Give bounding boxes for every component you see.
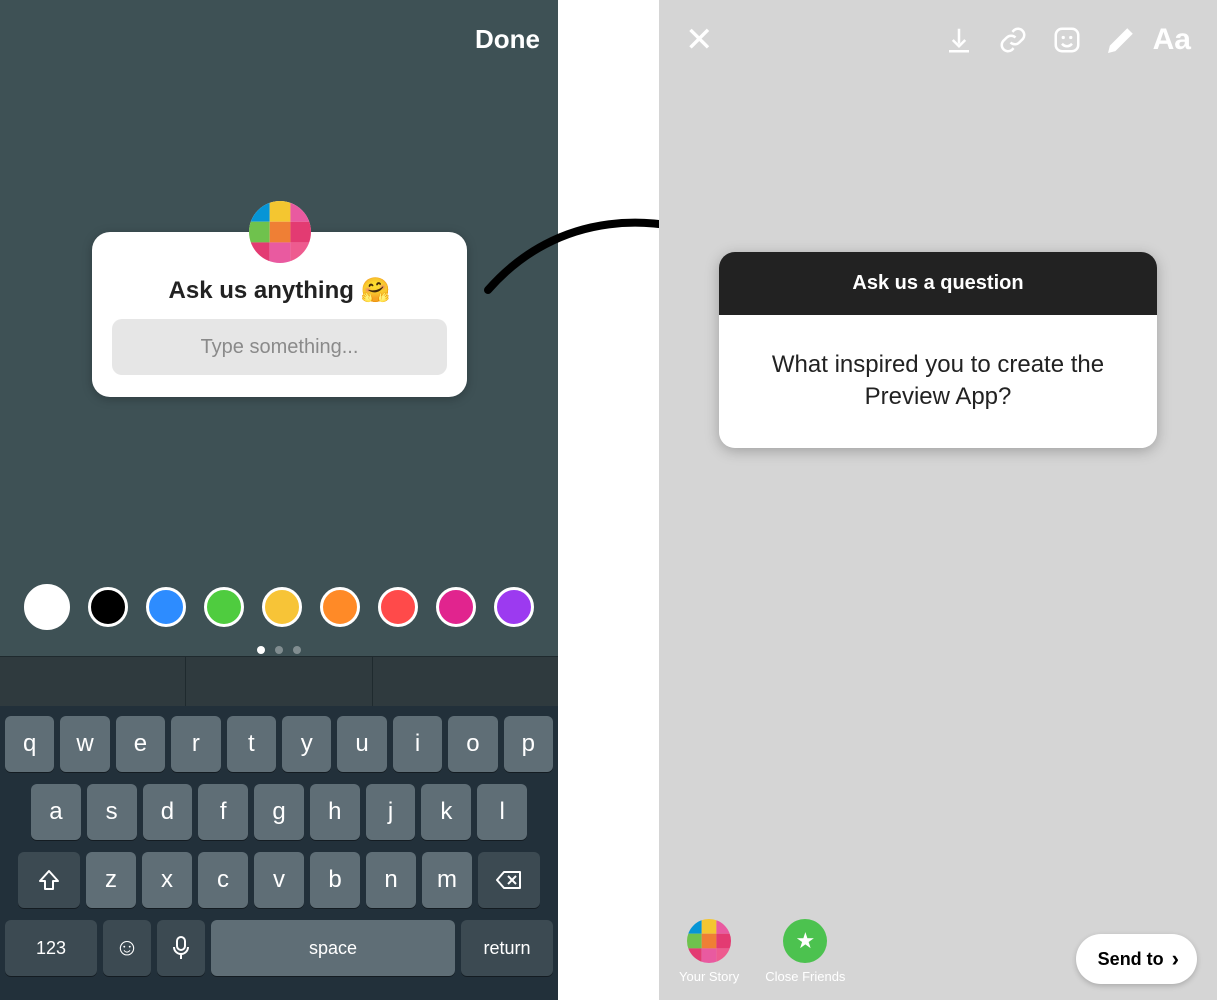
- color-swatch[interactable]: [146, 587, 186, 627]
- link-icon[interactable]: [991, 18, 1035, 62]
- page-dot: [257, 646, 265, 654]
- top-toolbar: ✕ Aa: [659, 18, 1217, 62]
- color-swatch[interactable]: [436, 587, 476, 627]
- draw-icon[interactable]: [1099, 18, 1143, 62]
- key-y[interactable]: y: [282, 716, 331, 772]
- send-to-button[interactable]: Send to ›: [1076, 934, 1197, 984]
- key-a[interactable]: a: [31, 784, 81, 840]
- color-swatch[interactable]: [262, 587, 302, 627]
- key-n[interactable]: n: [366, 852, 416, 908]
- share-bottom-bar: Your Story ★ Close Friends Send to ›: [659, 919, 1217, 984]
- key-k[interactable]: k: [421, 784, 471, 840]
- suggestion-slot[interactable]: [373, 657, 558, 706]
- return-key[interactable]: return: [461, 920, 553, 976]
- color-swatch-row: [0, 587, 558, 630]
- question-sticker[interactable]: Ask us anything 🤗 Type something...: [92, 232, 467, 397]
- key-i[interactable]: i: [393, 716, 442, 772]
- question-response-card[interactable]: Ask us a question What inspired you to c…: [719, 252, 1157, 448]
- keyboard-suggestion-bar[interactable]: [0, 656, 558, 706]
- key-e[interactable]: e: [116, 716, 165, 772]
- numbers-key[interactable]: 123: [5, 920, 97, 976]
- page-dot: [275, 646, 283, 654]
- avatar: [249, 201, 311, 263]
- key-b[interactable]: b: [310, 852, 360, 908]
- key-o[interactable]: o: [448, 716, 497, 772]
- download-icon[interactable]: [937, 18, 981, 62]
- mic-key[interactable]: [157, 920, 205, 976]
- color-swatch[interactable]: [24, 584, 70, 630]
- key-q[interactable]: q: [5, 716, 54, 772]
- page-dot: [293, 646, 301, 654]
- color-swatch[interactable]: [88, 587, 128, 627]
- key-u[interactable]: u: [337, 716, 386, 772]
- suggestion-slot[interactable]: [0, 657, 186, 706]
- key-g[interactable]: g: [254, 784, 304, 840]
- close-button[interactable]: ✕: [685, 23, 714, 57]
- color-swatch[interactable]: [378, 587, 418, 627]
- response-body: What inspired you to create the Preview …: [719, 315, 1157, 448]
- keyboard-row: zxcvbnm: [5, 852, 553, 908]
- your-story-button[interactable]: Your Story: [679, 919, 739, 984]
- key-d[interactable]: d: [143, 784, 193, 840]
- your-story-label: Your Story: [679, 969, 739, 984]
- key-r[interactable]: r: [171, 716, 220, 772]
- color-swatch[interactable]: [320, 587, 360, 627]
- key-m[interactable]: m: [422, 852, 472, 908]
- keyboard-row: 123 ☺ space return: [5, 920, 553, 976]
- suggestion-slot[interactable]: [186, 657, 372, 706]
- answer-input[interactable]: Type something...: [112, 319, 447, 375]
- response-header: Ask us a question: [719, 252, 1157, 315]
- key-p[interactable]: p: [504, 716, 553, 772]
- keyboard-row: asdfghjkl: [5, 784, 553, 840]
- close-friends-icon: ★: [783, 919, 827, 963]
- space-key[interactable]: space: [211, 920, 455, 976]
- key-s[interactable]: s: [87, 784, 137, 840]
- page-indicator: [0, 646, 558, 654]
- sticker-icon[interactable]: [1045, 18, 1089, 62]
- key-h[interactable]: h: [310, 784, 360, 840]
- key-x[interactable]: x: [142, 852, 192, 908]
- separator-gap: [558, 0, 659, 1000]
- key-j[interactable]: j: [366, 784, 416, 840]
- close-friends-button[interactable]: ★ Close Friends: [765, 919, 845, 984]
- keyboard-row: qwertyuiop: [5, 716, 553, 772]
- phone-right-story-preview: ✕ Aa Ask us a question What inspired you…: [659, 0, 1217, 1000]
- key-c[interactable]: c: [198, 852, 248, 908]
- your-story-avatar-icon: [687, 919, 731, 963]
- key-w[interactable]: w: [60, 716, 109, 772]
- question-prompt-text[interactable]: Ask us anything 🤗: [112, 276, 447, 305]
- shift-key[interactable]: [18, 852, 80, 908]
- chevron-right-icon: ›: [1172, 946, 1179, 972]
- backspace-key[interactable]: [478, 852, 540, 908]
- color-swatch[interactable]: [494, 587, 534, 627]
- key-v[interactable]: v: [254, 852, 304, 908]
- send-to-label: Send to: [1098, 949, 1164, 970]
- key-z[interactable]: z: [86, 852, 136, 908]
- soft-keyboard: qwertyuiop asdfghjkl zxcvbnm 123 ☺ space…: [0, 706, 558, 1000]
- color-swatch[interactable]: [204, 587, 244, 627]
- close-friends-label: Close Friends: [765, 969, 845, 984]
- key-l[interactable]: l: [477, 784, 527, 840]
- text-tool[interactable]: Aa: [1153, 18, 1191, 62]
- key-t[interactable]: t: [227, 716, 276, 772]
- sticker-canvas[interactable]: Ask us anything 🤗 Type something...: [0, 0, 558, 656]
- emoji-key[interactable]: ☺: [103, 920, 151, 976]
- phone-left-story-editor: Done Ask us anything 🤗 Type something...…: [0, 0, 558, 1000]
- key-f[interactable]: f: [198, 784, 248, 840]
